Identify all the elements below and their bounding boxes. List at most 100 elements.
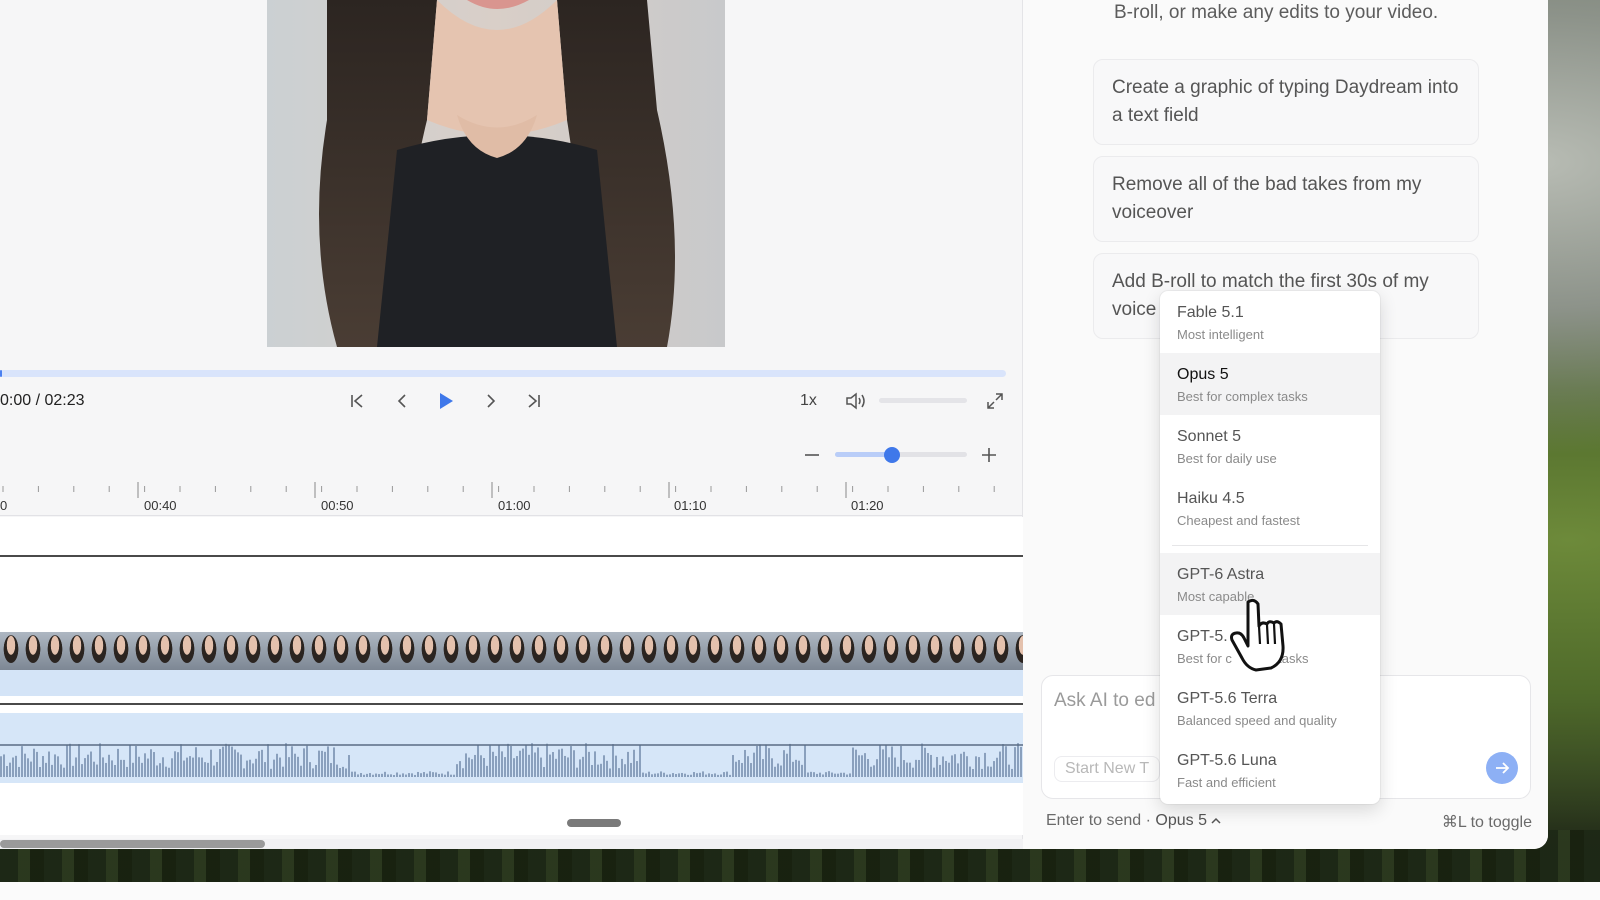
next-frame-button[interactable]: [477, 388, 503, 414]
waveform-bar: [405, 774, 407, 777]
filmstrip-frame: [506, 632, 528, 670]
waveform-bar: [600, 763, 602, 777]
filmstrip-frame: [528, 632, 550, 670]
playback-progress[interactable]: [0, 370, 1006, 377]
timeline-tracks[interactable]: [0, 517, 1023, 835]
previous-frame-button[interactable]: [390, 388, 416, 414]
waveform-bar: [357, 774, 359, 777]
filmstrip-frame: [968, 632, 990, 670]
waveform-bar: [699, 772, 701, 777]
filmstrip-frame: [330, 632, 352, 670]
skip-to-start-button[interactable]: [344, 388, 370, 414]
timeline-horizontal-scrollbar[interactable]: [0, 839, 1023, 849]
model-selector[interactable]: Opus 5: [1155, 812, 1221, 829]
waveform-bar: [174, 751, 176, 777]
waveform-bar: [570, 746, 572, 777]
waveform-bar: [213, 765, 215, 777]
zoom-out-button[interactable]: [799, 442, 825, 468]
waveform-bar: [147, 758, 149, 777]
waveform-bar: [237, 752, 239, 777]
waveform-bar: [75, 757, 77, 777]
waveform-bar: [483, 758, 485, 777]
waveform-bar: [111, 760, 113, 777]
waveform-bar: [192, 757, 194, 777]
model-option-gpt-5-6-terra[interactable]: GPT-5.6 Terra Balanced speed and quality: [1160, 677, 1380, 739]
waveform-bar: [756, 745, 758, 777]
waveform-bar: [984, 752, 986, 777]
fullscreen-button[interactable]: [982, 388, 1008, 414]
model-option-gpt-5-6-luna[interactable]: GPT-5.6 Luna Fast and efficient: [1160, 739, 1380, 801]
waveform-bar: [576, 767, 578, 777]
waveform-bar: [816, 773, 818, 777]
playback-speed-button[interactable]: 1x: [800, 392, 817, 410]
waveform-bar: [78, 744, 80, 777]
waveform-bar: [303, 748, 305, 777]
waveform-bar: [21, 746, 23, 777]
waveform-bar: [372, 774, 374, 777]
waveform-bar: [948, 762, 950, 777]
waveform-bar: [126, 766, 128, 777]
waveform-bar: [48, 751, 50, 777]
waveform-bar: [132, 762, 134, 777]
waveform-bar: [1011, 768, 1013, 777]
waveform-bar: [324, 751, 326, 777]
waveform-bar: [477, 745, 479, 777]
filmstrip-frame: [638, 632, 660, 670]
play-icon: [440, 393, 453, 409]
suggestion-card[interactable]: Create a graphic of typing Daydream into…: [1093, 59, 1479, 145]
suggestion-card[interactable]: Remove all of the bad takes from my voic…: [1093, 156, 1479, 242]
filmstrip-frame: [308, 632, 330, 670]
waveform-bar: [870, 766, 872, 777]
waveform-bar: [639, 745, 641, 777]
waveform-bar: [561, 748, 563, 777]
waveform-bar: [927, 753, 929, 777]
zoom-slider-thumb[interactable]: [883, 447, 900, 463]
chat-input[interactable]: Ask AI to ed: [1054, 690, 1155, 712]
timeline-ruler[interactable]: 0 00:40 00:50 01:00 01:10 01:20: [0, 478, 1023, 516]
video-clip-filmstrip[interactable]: [0, 632, 1023, 670]
zoom-in-button[interactable]: [976, 442, 1002, 468]
model-option-name: GPT-6 Astra: [1177, 566, 1265, 583]
waveform-bar: [669, 774, 671, 777]
waveform-bar: [360, 773, 362, 777]
waveform-bar: [567, 757, 569, 777]
scrollbar-thumb[interactable]: [0, 840, 265, 848]
filmstrip-frame: [154, 632, 176, 670]
waveform-bar: [711, 774, 713, 777]
timeline-zoom-slider[interactable]: [835, 447, 967, 463]
waveform-bar: [138, 756, 140, 777]
start-new-task-button[interactable]: Start New T: [1054, 756, 1161, 782]
model-option-haiku[interactable]: Haiku 4.5 Cheapest and fastest: [1160, 477, 1380, 539]
waveform-bar: [462, 768, 464, 777]
model-option-sonnet[interactable]: Sonnet 5 Best for daily use: [1160, 415, 1380, 477]
waveform-bar: [708, 773, 710, 777]
timeline-resize-handle[interactable]: [567, 819, 621, 827]
volume-button[interactable]: [843, 388, 869, 414]
audio-clip[interactable]: [0, 713, 1023, 783]
play-button[interactable]: [433, 388, 459, 414]
model-option-fable[interactable]: Fable 5.1 Most intelligent: [1160, 291, 1380, 353]
send-button[interactable]: [1486, 752, 1518, 784]
waveform-bar: [681, 772, 683, 777]
waveform-bar: [336, 764, 338, 777]
waveform-bar: [309, 762, 311, 777]
waveform-bar: [321, 750, 323, 777]
model-option-opus[interactable]: Opus 5 Best for complex tasks: [1160, 353, 1380, 415]
filmstrip-frame: [22, 632, 44, 670]
waveform-bar: [72, 765, 74, 777]
waveform-bar: [120, 759, 122, 777]
waveform-bar: [651, 774, 653, 777]
skip-to-end-button[interactable]: [521, 388, 547, 414]
waveform-bar: [777, 763, 779, 777]
ruler-label: 01:10: [674, 498, 707, 513]
waveform-bar: [285, 743, 287, 777]
video-preview[interactable]: [267, 0, 725, 347]
waveform-bar: [45, 762, 47, 777]
filmstrip-frame: [396, 632, 418, 670]
waveform-bar: [246, 760, 248, 777]
volume-slider[interactable]: [879, 398, 967, 403]
waveform-bar: [573, 750, 575, 777]
waveform-bar: [759, 744, 761, 777]
waveform-bar: [159, 763, 161, 777]
waveform-bar: [243, 768, 245, 777]
